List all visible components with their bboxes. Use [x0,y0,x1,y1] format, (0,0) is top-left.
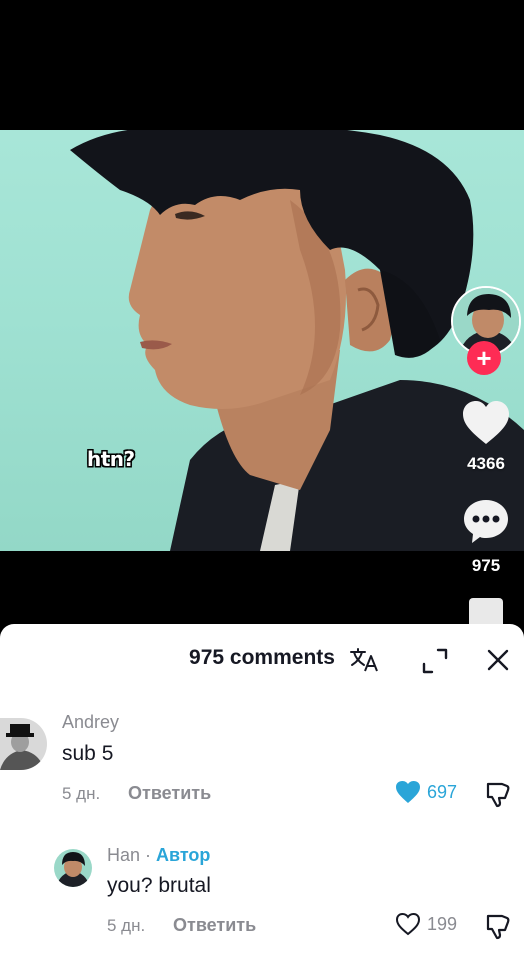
reply-button[interactable]: Ответить [128,783,211,804]
translate-button[interactable] [348,646,380,674]
thumbs-down-icon [486,914,510,940]
comment-count: 975 [471,556,501,575]
username-separator: · [140,845,157,865]
video-subject-image [70,130,524,551]
bookmark-icon[interactable] [469,598,503,624]
comment-button[interactable] [462,497,510,545]
video-frame[interactable] [0,130,524,551]
plus-icon: + [476,343,492,373]
close-icon [487,649,509,671]
dislike-button[interactable] [484,912,512,940]
comment-like-button[interactable]: 697 [395,780,457,804]
comment-text: sub 5 [62,742,114,765]
comment-username[interactable]: Andrey [62,712,119,733]
translate-icon [350,648,378,672]
comment-time: 5 дн. [107,916,146,935]
like-button[interactable] [461,400,511,448]
dislike-button[interactable] [484,780,512,808]
comment-time: 5 дн. [62,784,101,803]
avatar[interactable] [0,718,47,770]
heart-icon [463,401,509,444]
comment-like-count: 697 [427,781,458,802]
avatar[interactable] [54,849,92,887]
heart-filled-icon [396,781,420,803]
comment-text: you? brutal [107,874,211,897]
comment-like-button[interactable]: 199 [395,912,457,936]
reply-button[interactable]: Ответить [173,915,256,936]
close-button[interactable] [484,646,512,674]
expand-button[interactable] [420,646,450,676]
comment-bubble-icon [464,500,508,543]
comments-header: 975 comments [0,624,524,694]
video-caption: htn? [87,447,135,471]
expand-icon [422,648,448,674]
comment-like-count: 199 [427,913,458,934]
heart-outline-icon [395,912,421,936]
like-count: 4366 [467,454,505,473]
video-player[interactable]: htn? + 4366 975 [0,0,524,624]
comment-username[interactable]: Han [107,845,140,865]
reply-username-line: Han · Автор [107,845,210,866]
comments-sheet: 975 comments Andrey sub 5 5 дн. Ответить… [0,624,524,976]
author-badge: Автор [156,845,211,865]
follow-plus-button[interactable]: + [467,341,501,375]
thumbs-down-icon [486,782,510,808]
